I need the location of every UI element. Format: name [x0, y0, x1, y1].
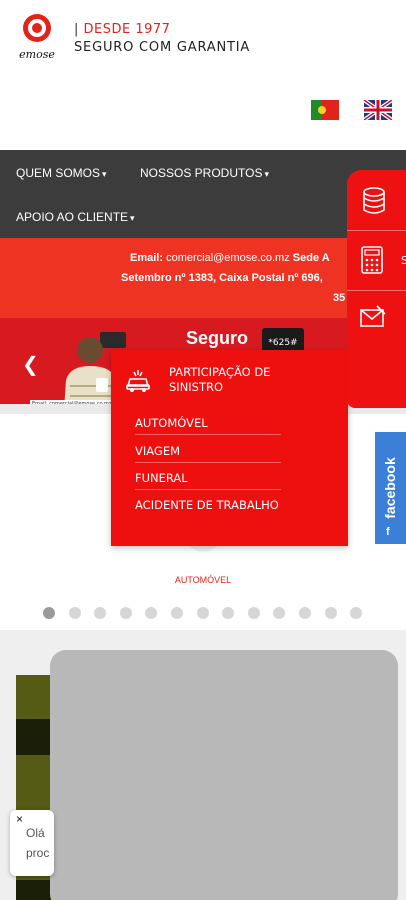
participacao-sinistro-menu: PARTICIPAÇÃO DE SINISTRO AUTOMÓVEL VIAGE…: [111, 350, 348, 546]
tagline-separator: |: [74, 22, 79, 37]
carousel-prev-icon[interactable]: ❮: [22, 352, 39, 376]
main-nav: QUEM SOMOS ▾ NOSSOS PRODUTOS ▾ APOIO AO CL…: [0, 150, 406, 238]
slogan: SEGURO COM GARANTIA: [74, 40, 251, 55]
banner-title: Seguro: [186, 328, 249, 348]
chevron-down-icon: ▾: [130, 213, 135, 223]
tagline: | DESDE 1977 SEGURO COM GARANTIA: [74, 22, 250, 55]
uk-flag-icon[interactable]: [364, 100, 392, 120]
carousel-dot[interactable]: [196, 607, 209, 619]
logo-text: emose: [19, 48, 55, 61]
carousel-dot[interactable]: [247, 607, 260, 619]
contact-info-band: Email: comercial@emose.co.mz Sede A Sete…: [0, 238, 406, 318]
side-menu-coins[interactable]: [347, 174, 406, 230]
floating-side-menu: S: [347, 170, 406, 408]
chat-text: proc: [26, 846, 50, 860]
carousel-dot[interactable]: [350, 607, 363, 619]
since-year: DESDE 1977: [83, 22, 171, 37]
chat-text: Olá: [26, 826, 45, 840]
overlay-panel: [50, 650, 398, 900]
facebook-label: facebook: [382, 457, 398, 519]
chevron-down-icon: ▾: [264, 169, 269, 179]
close-icon[interactable]: ×: [16, 812, 23, 826]
envelope-icon: [360, 305, 386, 327]
nav-label: NOSSOS PRODUTOS: [140, 166, 263, 180]
side-menu-contact[interactable]: [347, 292, 406, 348]
coins-icon: [363, 187, 385, 214]
carousel-dot[interactable]: [145, 607, 158, 619]
carousel-dot[interactable]: [43, 607, 55, 619]
menu-item-funeral[interactable]: FUNERAL: [135, 471, 281, 490]
menu-item-viagem[interactable]: VIAGEM: [135, 444, 281, 463]
carousel-dot[interactable]: [298, 607, 311, 619]
nav-apoio-ao-cliente[interactable]: APOIO AO CLIENTE ▾: [16, 210, 135, 224]
nav-quem-somos[interactable]: QUEM SOMOS ▾: [16, 166, 107, 180]
nav-label: QUEM SOMOS: [16, 166, 101, 180]
nav-nossos-produtos[interactable]: NOSSOS PRODUTOS ▾: [140, 166, 269, 180]
carousel-dot[interactable]: [94, 607, 107, 619]
facebook-tab[interactable]: facebook f: [375, 432, 406, 544]
pt-flag-icon[interactable]: [311, 100, 339, 120]
sede-label: Sede A: [292, 252, 330, 264]
email-label: Email:: [130, 252, 164, 264]
carousel-dot[interactable]: [324, 607, 337, 619]
chevron-down-icon: ▾: [102, 169, 107, 179]
menu-item-automovel[interactable]: AUTOMÓVEL: [135, 416, 281, 435]
email-link[interactable]: comercial@emose.co.mz: [166, 252, 290, 264]
facebook-icon: f: [386, 526, 390, 538]
carousel-item-label[interactable]: AUTOMÓVEL: [0, 575, 406, 585]
calculator-icon: [361, 246, 383, 274]
carousel-dot[interactable]: [222, 607, 235, 619]
carousel-dot[interactable]: [170, 607, 183, 619]
menu-heading[interactable]: PARTICIPAÇÃO DE SINISTRO: [169, 365, 289, 395]
side-menu-calculator[interactable]: S: [347, 232, 406, 288]
ussd-code: *625#: [262, 328, 304, 352]
carousel-dot[interactable]: [119, 607, 132, 619]
address-line: Setembro nº 1383, Caixa Postal nº 696,: [121, 272, 323, 284]
menu-item-acidente-de-trabalho[interactable]: ACIDENTE DE TRABALHO: [135, 498, 281, 516]
carousel-dots: [43, 607, 363, 621]
carousel-dot[interactable]: [68, 607, 81, 619]
emose-logo[interactable]: emose: [10, 10, 64, 62]
carousel-dot[interactable]: [273, 607, 286, 619]
chat-widget[interactable]: × Olá proc: [10, 810, 54, 876]
side-menu-letter: S: [401, 254, 406, 267]
nav-label: APOIO AO CLIENTE: [16, 210, 129, 224]
car-accident-icon: [126, 370, 150, 392]
address-line-3: 35: [333, 292, 346, 304]
